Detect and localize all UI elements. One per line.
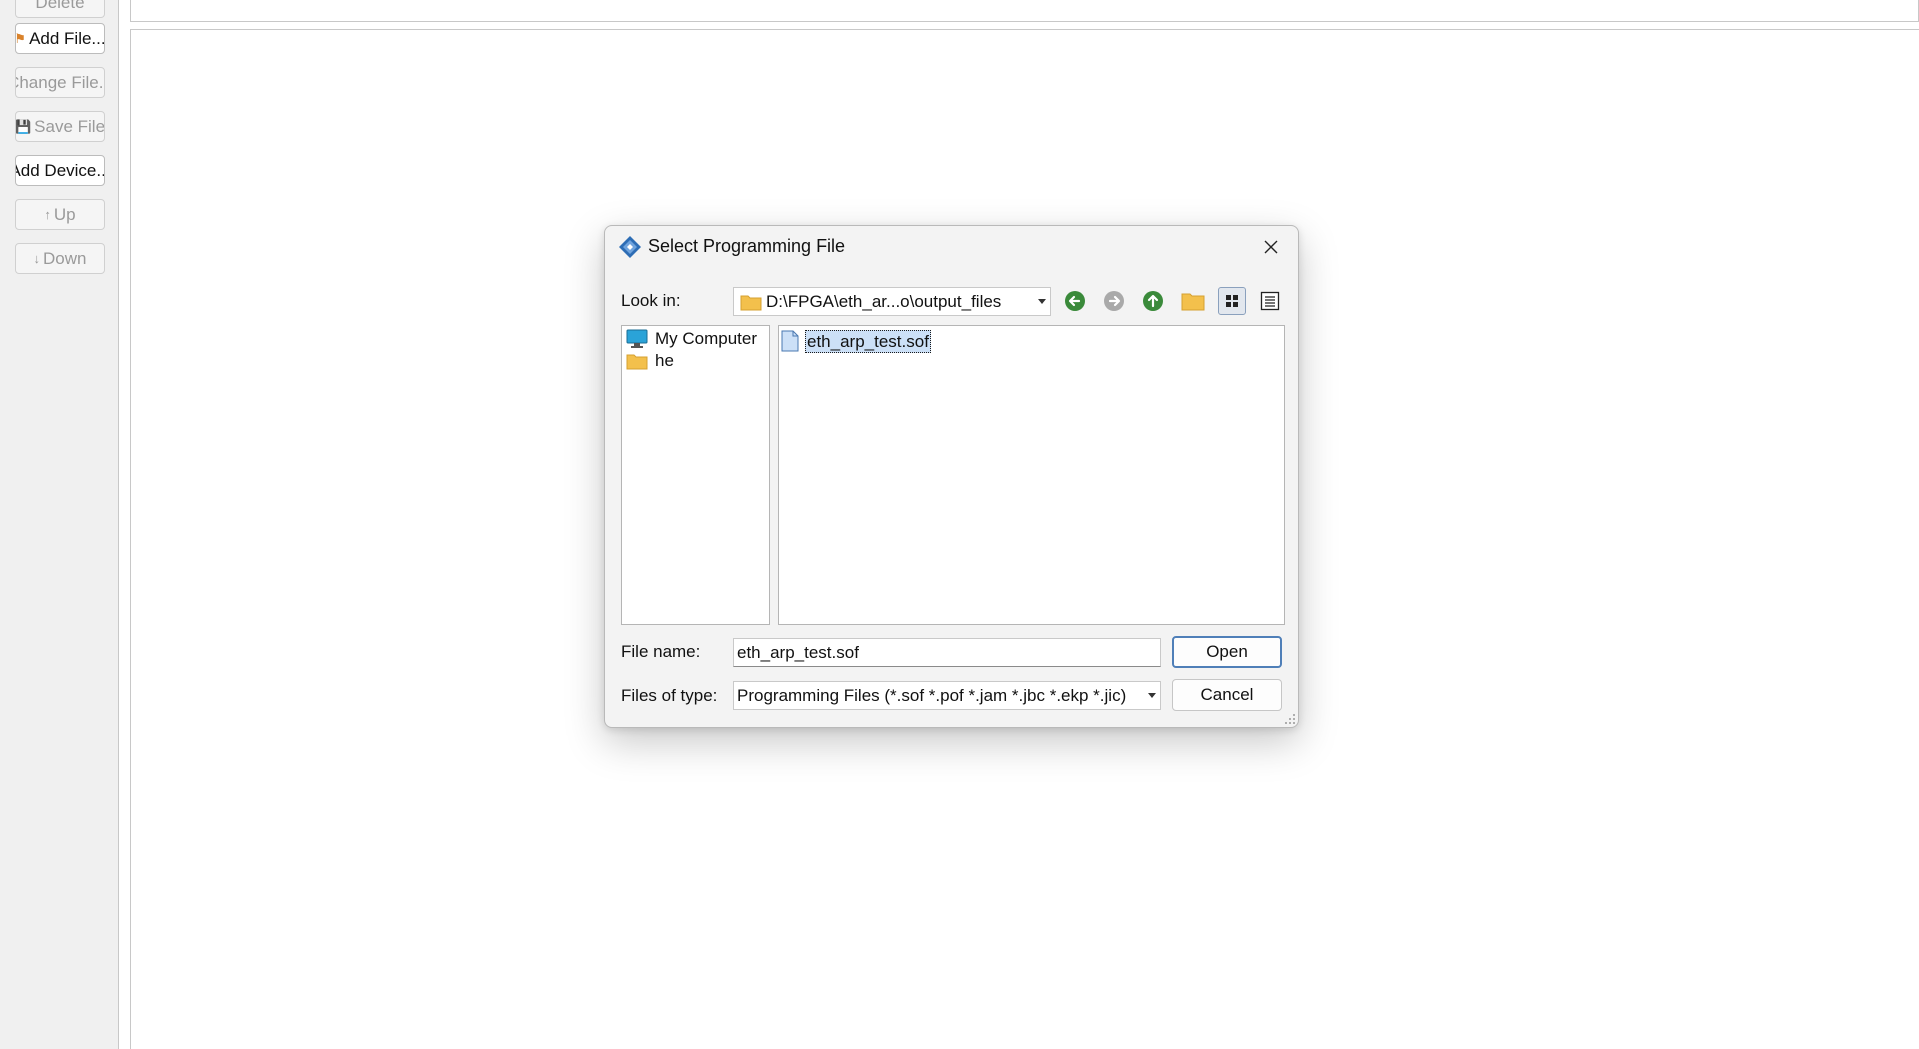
add-file-button[interactable]: ⚑ Add File... [15, 23, 105, 54]
app-logo-icon [619, 236, 641, 258]
files-of-type-combo[interactable]: Programming Files (*.sof *.pof *.jam *.j… [733, 681, 1161, 710]
new-folder-icon [1181, 293, 1205, 311]
file-list: eth_arp_test.sof [778, 325, 1285, 625]
place-label: My Computer [655, 329, 758, 348]
dialog-title: Select Programming File [648, 236, 846, 256]
save-file-label: Save File [34, 116, 105, 136]
list-view-icon [1226, 295, 1238, 307]
add-device-button[interactable]: Add Device... [15, 155, 105, 186]
look-in-label: Look in: [621, 291, 681, 310]
open-label: Open [1206, 642, 1248, 661]
up-button[interactable]: ↑ Up [15, 199, 105, 230]
place-item-my-computer[interactable]: My Computer [626, 328, 757, 350]
file-label: eth_arp_test.sof [805, 329, 931, 353]
add-file-icon: ⚑ [15, 30, 27, 46]
change-file-label: Change File... [16, 72, 104, 92]
add-device-label: Add Device... [16, 160, 105, 180]
back-button[interactable] [1061, 287, 1089, 315]
delete-button[interactable]: Delete [15, 0, 105, 18]
places-sidebar: My Computer he [621, 325, 770, 625]
cancel-label: Cancel [1200, 685, 1254, 704]
computer-icon [626, 329, 648, 348]
file-name-input[interactable] [733, 638, 1161, 667]
save-file-icon: 💾 [15, 118, 32, 134]
parent-directory-icon [1143, 291, 1163, 311]
file-icon [781, 330, 799, 352]
file-name-label: File name: [621, 642, 701, 661]
files-of-type-value: Programming Files (*.sof *.pof *.jam *.j… [737, 685, 1127, 705]
change-file-button[interactable]: Change File... [15, 67, 105, 98]
up-arrow-icon: ↑ [44, 207, 51, 222]
save-file-button[interactable]: 💾 Save File [15, 111, 105, 142]
down-arrow-icon: ↓ [33, 251, 41, 266]
files-of-type-label: Files of type: [621, 686, 718, 705]
forward-icon [1104, 291, 1124, 311]
close-icon [1264, 240, 1278, 254]
look-in-value: D:\FPGA\eth_ar...o\output_files [766, 291, 1002, 311]
open-button[interactable]: Open [1172, 636, 1282, 668]
back-icon [1065, 291, 1085, 311]
close-button[interactable] [1254, 231, 1288, 263]
parent-directory-button[interactable] [1139, 287, 1167, 315]
chevron-down-icon [1148, 692, 1156, 698]
delete-label: Delete [35, 0, 85, 12]
device-list-header [130, 0, 1919, 22]
list-item[interactable]: eth_arp_test.sof [781, 328, 933, 354]
detail-view-icon [1260, 291, 1280, 311]
folder-icon [626, 354, 648, 370]
cancel-button[interactable]: Cancel [1172, 679, 1282, 711]
place-item-he[interactable]: he [626, 350, 674, 372]
resize-grip-icon[interactable] [1284, 713, 1296, 725]
programmer-side-toolbar: Delete ⚑ Add File... Change File... 💾 Sa… [0, 0, 119, 1049]
down-label: Down [43, 248, 87, 268]
list-view-button[interactable] [1218, 287, 1246, 315]
select-programming-file-dialog: Select Programming File Look in: D:\FPGA… [604, 225, 1299, 728]
down-button[interactable]: ↓ Down [15, 243, 105, 274]
chevron-down-icon [1038, 298, 1046, 304]
look-in-combo[interactable]: D:\FPGA\eth_ar...o\output_files [733, 287, 1051, 316]
place-label: he [655, 351, 674, 370]
folder-icon [740, 295, 762, 310]
detail-view-button[interactable] [1256, 287, 1284, 315]
new-folder-button[interactable] [1179, 287, 1207, 315]
forward-button[interactable] [1100, 287, 1128, 315]
up-label: Up [53, 204, 76, 224]
add-file-label: Add File... [29, 28, 105, 48]
